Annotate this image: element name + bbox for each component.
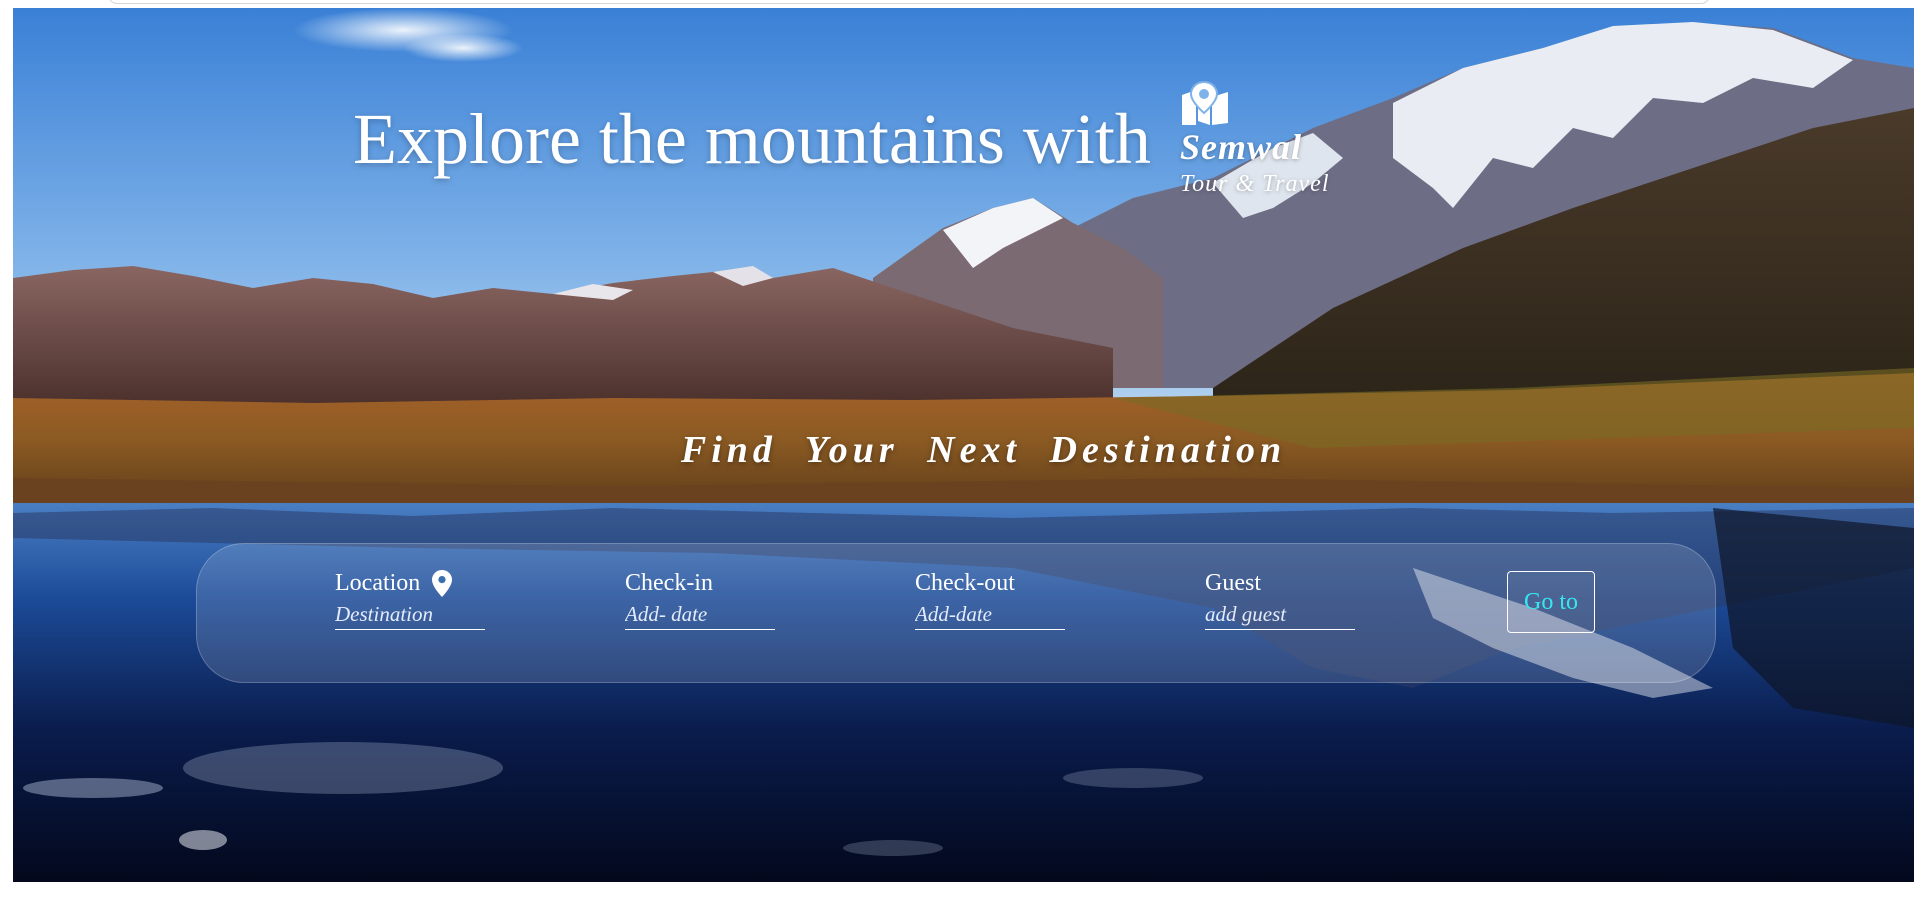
check-in-field: Check-in [625, 568, 775, 630]
map-pin-icon [1182, 81, 1228, 125]
guest-field: Guest [1205, 568, 1355, 630]
location-field: Location [335, 568, 485, 630]
brand-logo[interactable]: Semwal Tour & Travel [1180, 81, 1330, 197]
browser-top-edge [0, 0, 1920, 8]
hero-subtitle: Find Your Next Destination [680, 429, 1287, 471]
page-bottom-area [0, 882, 1920, 912]
check-in-input[interactable] [625, 602, 775, 630]
go-to-button[interactable]: Go to [1507, 571, 1595, 633]
brand-tagline: Tour & Travel [1180, 170, 1330, 197]
hero-title: Explore the mountains with [353, 99, 1151, 179]
guest-label: Guest [1205, 570, 1261, 596]
destination-input[interactable] [335, 602, 485, 630]
hero-banner: Explore the mountains with Semwal Tour &… [13, 8, 1914, 882]
location-label: Location [335, 570, 421, 596]
check-in-label: Check-in [625, 570, 713, 596]
location-label-row: Location [335, 568, 485, 598]
location-pin-icon [432, 569, 453, 597]
check-out-label: Check-out [915, 570, 1015, 596]
search-panel: Location Check-in Check-out Guest Go to [196, 543, 1716, 683]
guest-input[interactable] [1205, 602, 1355, 630]
brand-name: Semwal [1180, 127, 1303, 167]
check-out-field: Check-out [915, 568, 1065, 630]
check-out-input[interactable] [915, 602, 1065, 630]
address-bar-edge [108, 0, 1710, 4]
